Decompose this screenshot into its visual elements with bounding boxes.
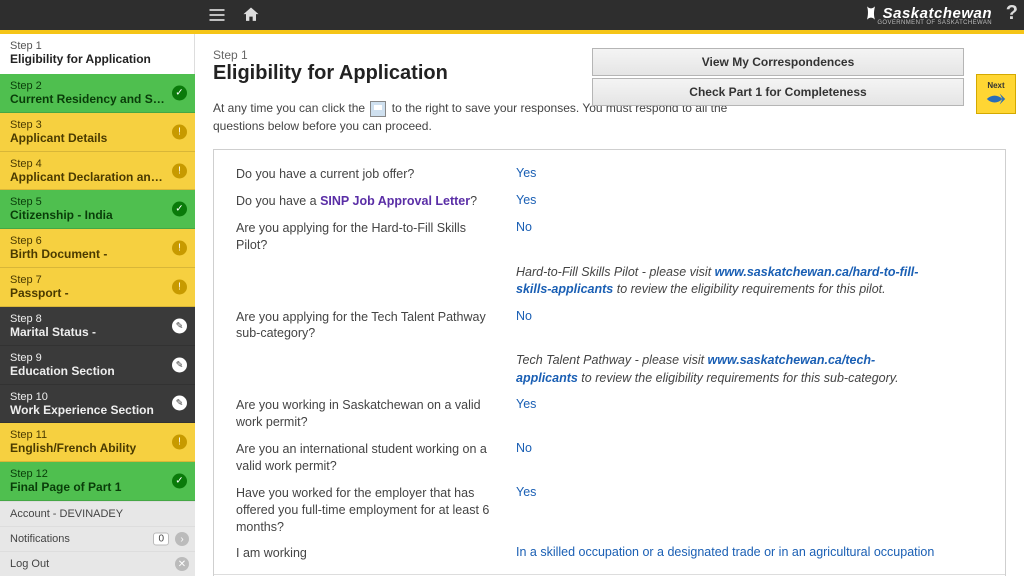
answer-value[interactable]: No (516, 220, 532, 234)
current-step-title: Eligibility for Application (10, 52, 184, 66)
qa-row: Are you applying for the Tech Talent Pat… (236, 309, 983, 343)
answer-value[interactable]: Yes (516, 397, 536, 411)
warn-icon: ! (172, 163, 187, 178)
sidebar-step-8[interactable]: Step 8 Marital Status - ✎ (0, 307, 195, 346)
close-icon: ✕ (175, 557, 189, 571)
sinp-letter-link[interactable]: SINP Job Approval Letter (320, 194, 470, 208)
answer-value[interactable]: In a skilled occupation or a designated … (516, 545, 934, 559)
sidebar: Step 1 Eligibility for Application Step … (0, 34, 195, 576)
arrow-right-icon (985, 90, 1007, 108)
sidebar-step-3[interactable]: Step 3 Applicant Details ! (0, 113, 195, 152)
topbar: Saskatchewan GOVERNMENT OF SASKATCHEWAN … (0, 0, 1024, 30)
sidebar-step-4[interactable]: Step 4 Applicant Declaration and… ! (0, 152, 195, 191)
check-completeness-button[interactable]: Check Part 1 for Completeness (592, 78, 964, 106)
qa-note: Tech Talent Pathway - please visit www.s… (236, 352, 983, 387)
save-icon (370, 101, 386, 117)
next-button[interactable]: Next (976, 74, 1016, 114)
view-correspondences-button[interactable]: View My Correspondences (592, 48, 964, 76)
edit-icon: ✎ (172, 357, 187, 372)
account-link[interactable]: Account - DEVINADEY (0, 501, 195, 526)
answer-value[interactable]: No (516, 441, 532, 455)
warn-icon: ! (172, 124, 187, 139)
logout-link[interactable]: Log Out ✕ (0, 551, 195, 576)
home-icon[interactable] (237, 1, 265, 29)
questions-panel: Do you have a current job offer? Yes Do … (213, 149, 1006, 576)
answer-value[interactable]: Yes (516, 485, 536, 499)
warn-icon: ! (172, 279, 187, 294)
warn-icon: ! (172, 435, 187, 450)
check-icon: ✓ (172, 202, 187, 217)
menu-icon[interactable] (203, 1, 231, 29)
warn-icon: ! (172, 241, 187, 256)
qa-row: Are you an international student working… (236, 441, 983, 475)
brand-subtitle: GOVERNMENT OF SASKATCHEWAN (877, 20, 992, 26)
qa-row: Do you have a SINP Job Approval Letter? … (236, 193, 983, 210)
current-step-num: Step 1 (10, 40, 184, 52)
sidebar-step-2[interactable]: Step 2 Current Residency and Se… ✓ (0, 74, 195, 113)
qa-row: Do you have a current job offer? Yes (236, 166, 983, 183)
check-icon: ✓ (172, 474, 187, 489)
qa-row: I am working In a skilled occupation or … (236, 545, 983, 562)
chevron-right-icon: › (175, 532, 189, 546)
sidebar-step-10[interactable]: Step 10 Work Experience Section ✎ (0, 385, 195, 424)
divider (214, 574, 1005, 575)
sidebar-step-7[interactable]: Step 7 Passport - ! (0, 268, 195, 307)
sidebar-step-6[interactable]: Step 6 Birth Document - ! (0, 229, 195, 268)
sidebar-step-11[interactable]: Step 11 English/French Ability ! (0, 423, 195, 462)
sidebar-step-5[interactable]: Step 5 Citizenship - India ✓ (0, 190, 195, 229)
main-content: View My Correspondences Check Part 1 for… (195, 34, 1024, 576)
answer-value[interactable]: Yes (516, 193, 536, 207)
notifications-link[interactable]: Notifications 0 › (0, 526, 195, 551)
qa-row: Are you working in Saskatchewan on a val… (236, 397, 983, 431)
edit-icon: ✎ (172, 318, 187, 333)
qa-row: Are you applying for the Hard-to-Fill Sk… (236, 220, 983, 254)
notification-count: 0 (153, 533, 169, 546)
qa-row: Have you worked for the employer that ha… (236, 485, 983, 536)
help-icon[interactable]: ? (1006, 2, 1018, 25)
answer-value[interactable]: No (516, 309, 532, 323)
answer-value[interactable]: Yes (516, 166, 536, 180)
sidebar-current-step[interactable]: Step 1 Eligibility for Application (0, 34, 195, 74)
edit-icon: ✎ (172, 396, 187, 411)
brand-logo: Saskatchewan GOVERNMENT OF SASKATCHEWAN (863, 0, 992, 30)
sidebar-step-12[interactable]: Step 12 Final Page of Part 1 ✓ (0, 462, 195, 501)
qa-note: Hard-to-Fill Skills Pilot - please visit… (236, 264, 983, 299)
sidebar-step-9[interactable]: Step 9 Education Section ✎ (0, 346, 195, 385)
check-icon: ✓ (172, 85, 187, 100)
